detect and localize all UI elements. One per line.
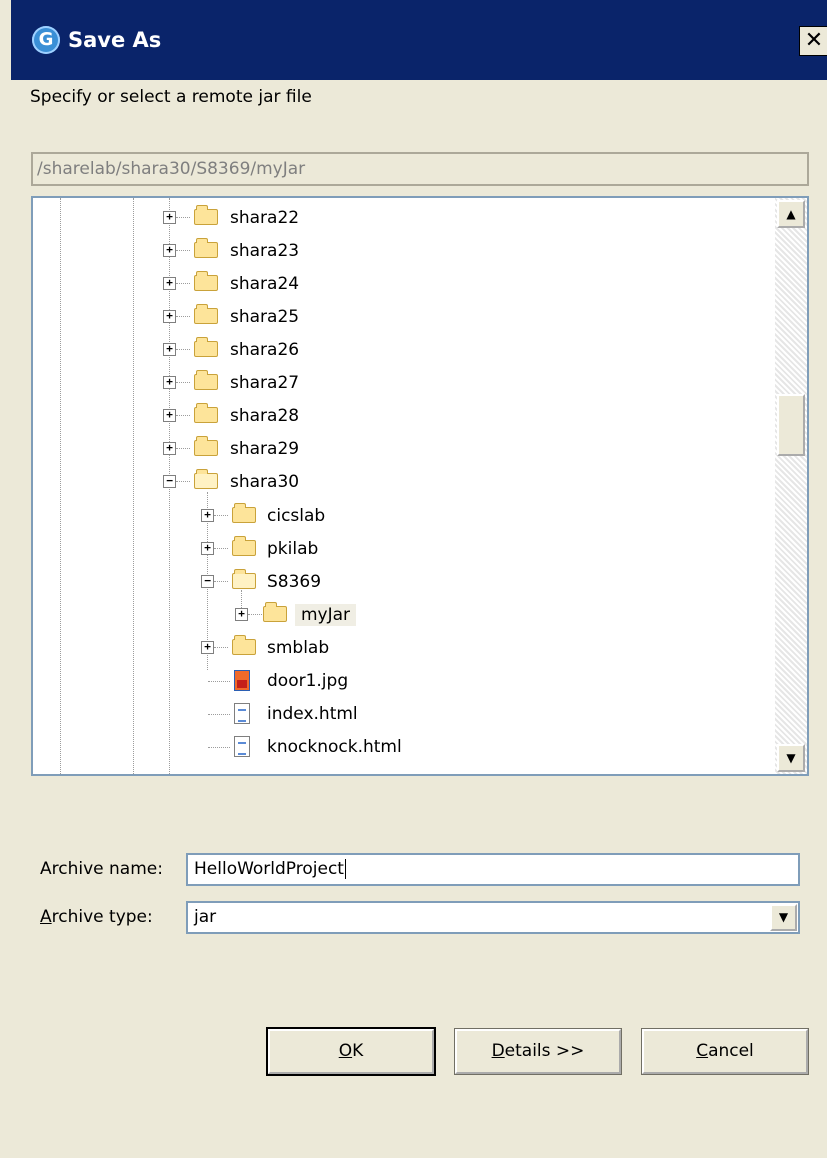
title-bar: G Save As ✕	[11, 0, 827, 80]
app-icon: G	[32, 26, 60, 54]
expand-icon[interactable]: +	[163, 442, 176, 455]
accelerator-key: D	[491, 1041, 505, 1061]
button-label: K	[352, 1041, 364, 1061]
collapse-icon[interactable]: −	[163, 475, 176, 488]
expand-icon[interactable]: +	[201, 509, 214, 522]
expand-icon[interactable]: +	[163, 277, 176, 290]
tree-node-label: pkilab	[267, 539, 319, 559]
archive-type-select[interactable]: jar ▼	[186, 901, 800, 934]
accelerator-key: C	[696, 1041, 709, 1061]
tree-connector	[208, 681, 230, 682]
accelerator-key: O	[338, 1041, 353, 1061]
folder-icon	[194, 304, 218, 324]
open-folder-icon	[232, 569, 256, 589]
expand-icon[interactable]: +	[163, 310, 176, 323]
archive-name-value: HelloWorldProject	[194, 859, 344, 879]
tree-connector	[176, 448, 190, 449]
archive-name-input[interactable]: HelloWorldProject	[186, 853, 800, 886]
button-label: ancel	[708, 1041, 754, 1061]
tree-guide-line	[133, 198, 134, 774]
button-label: etails >>	[504, 1041, 585, 1061]
tree-connector	[214, 647, 228, 648]
vertical-scrollbar[interactable]: ▲ ▼	[775, 198, 807, 774]
folder-icon	[232, 503, 256, 523]
tree-connector	[214, 515, 228, 516]
archive-type-label: Archive type:	[40, 905, 153, 929]
details-button[interactable]: Details >>	[454, 1028, 622, 1075]
tree-connector	[176, 316, 190, 317]
scroll-thumb[interactable]	[777, 394, 805, 456]
scroll-down-button[interactable]: ▼	[777, 744, 805, 772]
html-file-icon	[234, 703, 250, 724]
expand-icon[interactable]: +	[201, 542, 214, 555]
tree-connector	[176, 217, 190, 218]
close-button[interactable]: ✕	[799, 26, 827, 56]
tree-connector	[176, 283, 190, 284]
tree-node-label: shara22	[230, 208, 300, 228]
tree-connector	[208, 747, 230, 748]
accelerator-key: A	[40, 907, 52, 927]
tree-connector	[248, 614, 262, 615]
tree-connector	[208, 714, 230, 715]
tree-connector	[176, 481, 190, 482]
tree-node-label: smblab	[267, 638, 330, 658]
tree-node-label: shara27	[230, 373, 300, 393]
folder-icon	[232, 635, 256, 655]
image-file-icon	[234, 670, 250, 691]
html-file-icon	[234, 736, 250, 757]
tree-node-label: shara25	[230, 307, 300, 327]
tree-node-label: index.html	[267, 704, 358, 724]
folder-icon	[232, 536, 256, 556]
dropdown-arrow-icon[interactable]: ▼	[770, 904, 797, 931]
collapse-icon[interactable]: −	[201, 575, 214, 588]
tree-node-label-selected: myJar	[295, 604, 357, 626]
folder-icon	[194, 403, 218, 423]
tree-node-label: shara23	[230, 241, 300, 261]
tree-connector	[214, 548, 228, 549]
tree-node-label: cicslab	[267, 506, 326, 526]
tree-node-label: knocknock.html	[267, 737, 402, 757]
path-field: /sharelab/shara30/S8369/myJar	[31, 152, 809, 186]
tree-node-label: S8369	[267, 572, 322, 592]
cancel-button[interactable]: Cancel	[641, 1028, 809, 1075]
label-text: rchive type:	[51, 907, 153, 927]
tree-connector	[214, 581, 228, 582]
folder-tree[interactable]: + shara22 + shara23 + shara24 + shara25 …	[31, 196, 809, 776]
folder-icon	[263, 602, 287, 622]
tree-guide-line	[60, 198, 61, 774]
tree-connector	[176, 250, 190, 251]
folder-icon	[194, 271, 218, 291]
expand-icon[interactable]: +	[201, 641, 214, 654]
folder-icon	[194, 238, 218, 258]
expand-icon[interactable]: +	[235, 608, 248, 621]
tree-connector	[176, 349, 190, 350]
scroll-up-button[interactable]: ▲	[777, 200, 805, 228]
tree-node-label: shara30	[230, 472, 300, 492]
expand-icon[interactable]: +	[163, 211, 176, 224]
tree-node-label: shara24	[230, 274, 300, 294]
text-cursor	[344, 859, 346, 879]
tree-node-label: shara28	[230, 406, 300, 426]
expand-icon[interactable]: +	[163, 376, 176, 389]
tree-node-label: shara26	[230, 340, 300, 360]
folder-icon	[194, 205, 218, 225]
window-title: Save As	[68, 28, 162, 52]
archive-type-value: jar	[194, 907, 217, 927]
dialog-prompt: Specify or select a remote jar file	[30, 87, 312, 107]
tree-node-label: shara29	[230, 439, 300, 459]
expand-icon[interactable]: +	[163, 244, 176, 257]
expand-icon[interactable]: +	[163, 409, 176, 422]
folder-icon	[194, 436, 218, 456]
tree-node-label: door1.jpg	[267, 671, 349, 691]
tree-connector	[176, 415, 190, 416]
expand-icon[interactable]: +	[163, 343, 176, 356]
open-folder-icon	[194, 469, 218, 489]
tree-connector	[176, 382, 190, 383]
folder-icon	[194, 337, 218, 357]
archive-name-label: Archive name:	[40, 859, 163, 879]
folder-icon	[194, 370, 218, 390]
ok-button[interactable]: OK	[266, 1027, 436, 1076]
